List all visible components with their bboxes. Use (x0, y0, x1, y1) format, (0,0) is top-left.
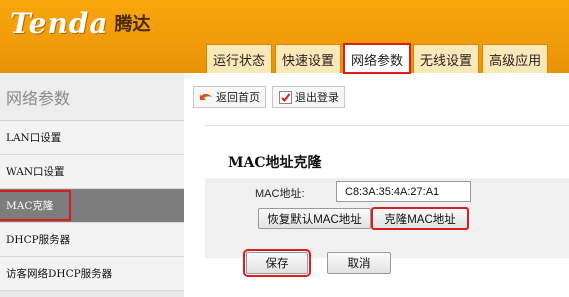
tenda-logo: Tenda 腾达 (10, 6, 151, 40)
home-arrow-icon (199, 90, 213, 104)
tab-wireless[interactable]: 无线设置 (413, 44, 480, 73)
sidebar-item-label: LAN口设置 (6, 132, 62, 144)
clone-mac-button[interactable]: 克隆MAC地址 (371, 207, 469, 230)
home-button[interactable]: 返回首页 (193, 86, 266, 108)
sidebar-item-label: MAC克隆 (0, 190, 72, 221)
sidebar-item-label: DHCP服务器 (6, 234, 71, 246)
page-title: MAC地址克隆 (228, 155, 322, 171)
tab-quick-setup[interactable]: 快速设置 (275, 44, 342, 73)
sidebar-item-label: WAN口设置 (6, 166, 65, 178)
top-tabs: 运行状态 快速设置 网络参数 无线设置 高级应用 (206, 43, 551, 74)
logo-text: Tenda (10, 6, 109, 40)
sidebar-item-dhcp[interactable]: DHCP服务器 (0, 223, 184, 257)
mac-clone-panel: MAC地址克隆 MAC地址: 恢复默认MAC地址 克隆MAC地址 保存 取消 (205, 125, 569, 297)
tab-status[interactable]: 运行状态 (206, 44, 273, 73)
sidebar-title: 网络参数 (0, 73, 184, 121)
home-button-label: 返回首页 (216, 92, 260, 104)
cancel-button[interactable]: 取消 (327, 252, 391, 274)
mac-address-input[interactable] (336, 181, 471, 202)
toolbar: 返回首页 退出登录 (193, 84, 351, 110)
save-button[interactable]: 保存 (243, 249, 311, 277)
logout-check-icon (278, 90, 292, 104)
header-bar: Tenda 腾达 运行状态 快速设置 网络参数 无线设置 高级应用 (0, 0, 569, 74)
logout-button[interactable]: 退出登录 (272, 86, 345, 108)
mac-settings-area: MAC地址: 恢复默认MAC地址 克隆MAC地址 (205, 178, 569, 258)
tab-network-params[interactable]: 网络参数 (343, 43, 412, 74)
sidebar-item-label: 访客网络DHCP服务器 (6, 268, 113, 280)
mac-address-label: MAC地址: (255, 188, 305, 200)
sidebar-item-mac-clone[interactable]: MAC克隆 (0, 189, 184, 223)
sidebar-item-guest-dhcp[interactable]: 访客网络DHCP服务器 (0, 257, 184, 291)
sidebar-item-lan[interactable]: LAN口设置 (0, 121, 184, 155)
sidebar-item-wan[interactable]: WAN口设置 (0, 155, 184, 189)
tab-advanced[interactable]: 高级应用 (482, 44, 549, 73)
logo-chinese: 腾达 (114, 14, 151, 35)
logout-button-label: 退出登录 (295, 92, 339, 104)
restore-default-mac-button[interactable]: 恢复默认MAC地址 (258, 208, 371, 229)
sidebar: 网络参数 LAN口设置 WAN口设置 MAC克隆 DHCP服务器 访客网络DHC… (0, 73, 184, 297)
